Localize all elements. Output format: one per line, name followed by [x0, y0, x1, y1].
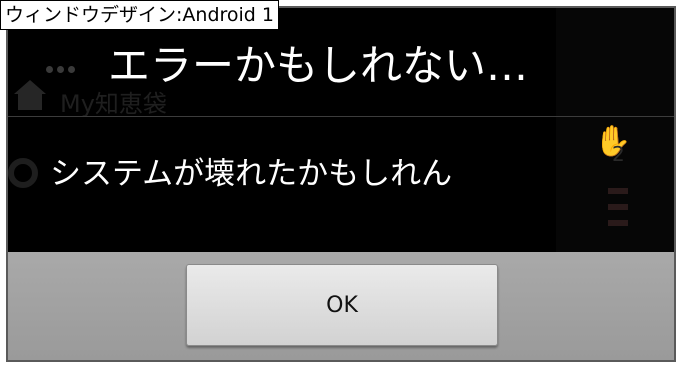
dialog-title: エラーかもしれない… — [107, 41, 528, 90]
android-screen: My知恵袋 ✋ 2 エラーかもしれない… システムが壊れたかもしれん OK — [6, 6, 676, 362]
title-divider — [8, 116, 674, 117]
dialog-button-bar: OK — [8, 252, 674, 360]
gear-icon — [8, 158, 38, 188]
dialog-message: システムが壊れたかもしれん — [50, 156, 453, 192]
ok-button[interactable]: OK — [186, 264, 498, 346]
background-side-number: 2 — [612, 142, 625, 166]
window-caption-label: ウィンドウデザイン:Android 1 — [0, 0, 279, 30]
background-list-rows — [608, 188, 628, 236]
